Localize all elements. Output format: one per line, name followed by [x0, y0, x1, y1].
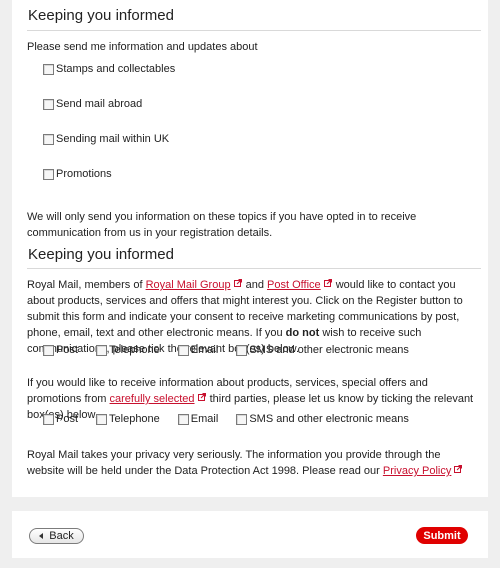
- submit-button[interactable]: Submit: [416, 527, 468, 544]
- channel-option-post[interactable]: Post: [43, 344, 78, 356]
- checkbox[interactable]: [43, 413, 54, 425]
- topics-intro: Please send me information and updates a…: [27, 41, 258, 53]
- checkbox[interactable]: [96, 344, 108, 356]
- privacy-policy-link[interactable]: Privacy Policy: [383, 465, 451, 477]
- checkbox[interactable]: [43, 344, 54, 356]
- checkbox[interactable]: [43, 168, 54, 180]
- back-button[interactable]: Back: [29, 528, 84, 544]
- third-party-channels: Post Telephone Email SMS and other elect…: [43, 413, 427, 425]
- carefully-selected-link[interactable]: carefully selected: [110, 393, 195, 405]
- external-link-icon: [323, 279, 332, 287]
- divider: [27, 30, 481, 31]
- section-title-topics: Keeping you informed: [28, 7, 174, 24]
- section-title-consent: Keeping you informed: [28, 246, 174, 263]
- divider: [27, 268, 481, 269]
- channel-option-post[interactable]: Post: [43, 413, 78, 425]
- checkbox[interactable]: [177, 344, 189, 356]
- external-link-icon: [197, 393, 206, 401]
- back-arrow-icon: [39, 533, 44, 539]
- topic-option-stamps[interactable]: Stamps and collectables: [43, 63, 175, 75]
- actions-bar: Back Submit: [12, 511, 488, 558]
- channel-option-sms[interactable]: SMS and other electronic means: [236, 344, 409, 356]
- channel-option-email[interactable]: Email: [177, 344, 218, 356]
- preferences-panel: Keeping you informed Please send me info…: [12, 0, 488, 497]
- topic-option-uk[interactable]: Sending mail within UK: [43, 133, 169, 145]
- external-link-icon: [233, 279, 242, 287]
- royal-mail-group-link[interactable]: Royal Mail Group: [146, 279, 231, 291]
- checkbox[interactable]: [236, 344, 248, 356]
- checkbox[interactable]: [43, 63, 54, 75]
- channel-option-sms[interactable]: SMS and other electronic means: [236, 413, 409, 425]
- checkbox[interactable]: [96, 413, 108, 425]
- checkbox[interactable]: [236, 413, 248, 425]
- post-office-link[interactable]: Post Office: [267, 279, 321, 291]
- checkbox[interactable]: [177, 413, 189, 425]
- topics-note: We will only send you information on the…: [27, 211, 417, 239]
- external-link-icon: [454, 465, 463, 473]
- topic-option-promotions[interactable]: Promotions: [43, 168, 112, 180]
- checkbox[interactable]: [43, 133, 54, 145]
- opt-out-channels: Post Telephone Email SMS and other elect…: [43, 344, 427, 356]
- checkbox[interactable]: [43, 98, 54, 110]
- topic-option-abroad[interactable]: Send mail abroad: [43, 98, 142, 110]
- privacy-paragraph: Royal Mail takes your privacy very serio…: [27, 447, 479, 479]
- channel-option-telephone[interactable]: Telephone: [96, 413, 160, 425]
- channel-option-telephone[interactable]: Telephone: [96, 344, 160, 356]
- channel-option-email[interactable]: Email: [177, 413, 218, 425]
